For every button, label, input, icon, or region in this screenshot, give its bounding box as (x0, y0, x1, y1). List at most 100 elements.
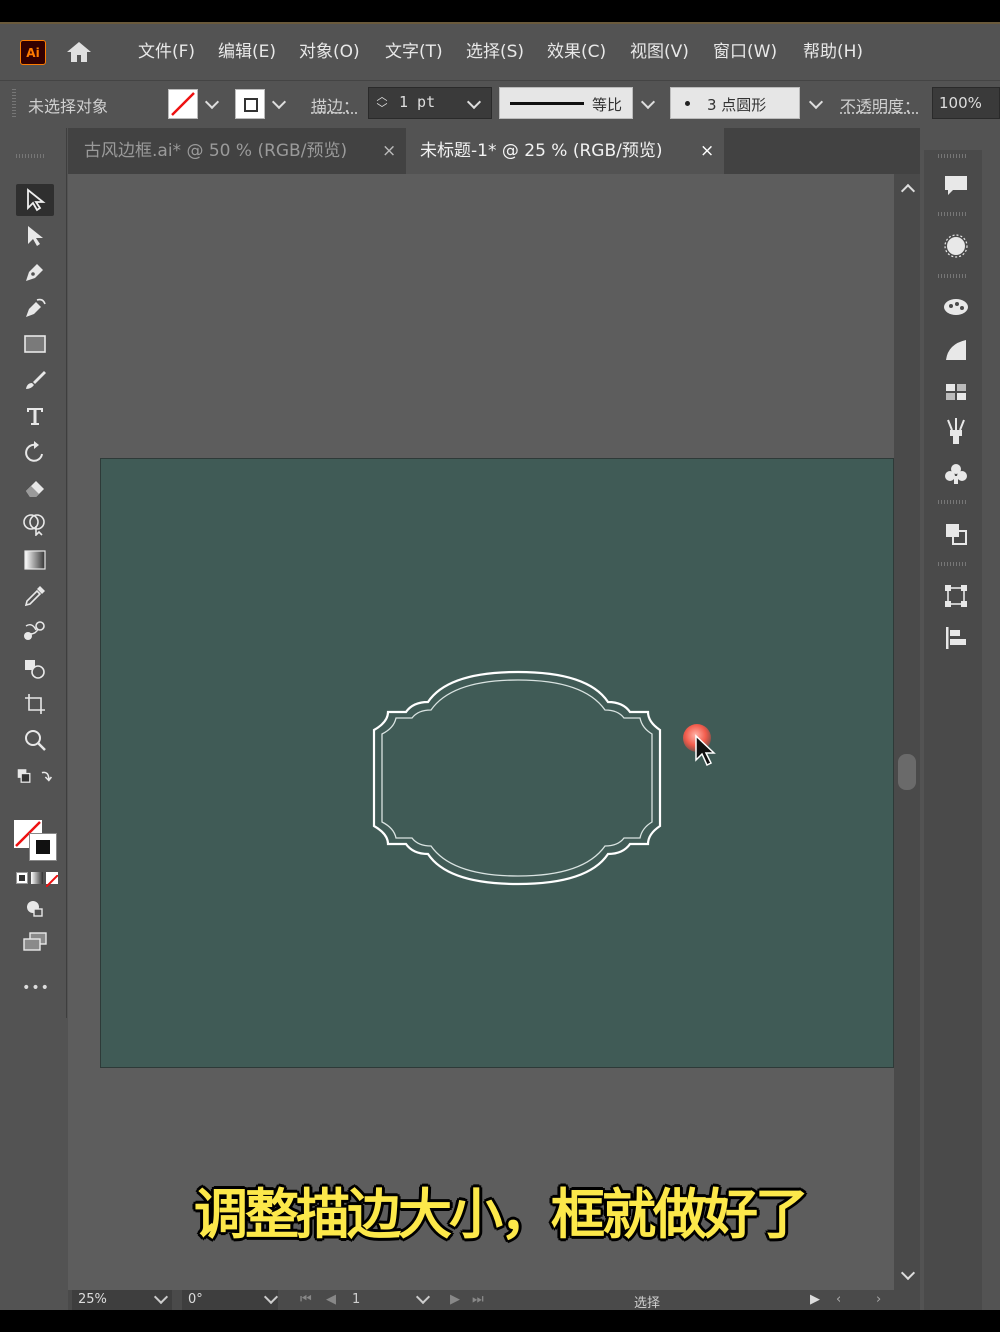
selection-tool-icon[interactable] (16, 184, 54, 216)
brush-select[interactable]: 3 点圆形 (670, 87, 800, 119)
draw-mode-icon[interactable] (16, 896, 54, 922)
panel-grip[interactable] (938, 154, 968, 158)
tool-status: 选择 (634, 1296, 661, 1310)
control-bar-grip[interactable] (12, 89, 16, 119)
panel-grip[interactable] (938, 274, 968, 278)
menu-file[interactable]: 文件(F) (138, 24, 195, 80)
artboard-number[interactable]: 1 (352, 1292, 360, 1307)
curvature-tool-icon[interactable] (16, 292, 54, 324)
illustrator-window: Ai 文件(F) 编辑(E) 对象(O) 文字(T) 选择(S) 效果(C) 视… (0, 24, 1000, 1310)
brush-dropdown-icon[interactable] (808, 94, 824, 110)
gradient-button-icon[interactable] (31, 872, 43, 884)
stroke-weight-value: 1 pt (399, 93, 436, 111)
next-artboard-icon[interactable]: ▶ (450, 1292, 460, 1307)
scroll-left-icon[interactable]: ‹ (836, 1292, 841, 1307)
fill-dropdown-icon[interactable] (204, 94, 220, 110)
menu-effect[interactable]: 效果(C) (547, 24, 606, 80)
fill-stroke-indicator[interactable] (12, 818, 58, 862)
comments-icon[interactable] (942, 172, 970, 200)
none-icon (171, 92, 195, 116)
menu-select[interactable]: 选择(S) (466, 24, 524, 80)
scroll-up-icon[interactable] (900, 183, 916, 199)
first-artboard-icon[interactable]: ⏮ (300, 1292, 312, 1307)
rectangle-tool-icon[interactable] (16, 328, 54, 360)
mouse-cursor-icon (695, 734, 716, 767)
symbol-sprayer-tool-icon[interactable] (16, 652, 54, 684)
scroll-down-icon[interactable] (900, 1265, 916, 1281)
color-mode-buttons (16, 872, 60, 888)
control-bar: 未选择对象 描边： ︿ ﹀ 1 pt 等比 3 点圆形 不透明度： 100% (0, 80, 1000, 127)
vertical-scrollbar[interactable] (894, 174, 920, 1310)
close-icon[interactable]: × (382, 128, 396, 174)
panel-grip[interactable] (938, 500, 968, 504)
align-icon[interactable] (942, 624, 970, 652)
tab-document-1[interactable]: 古风边框.ai* @ 50 % (RGB/预览) × (68, 128, 404, 174)
toolbar-grip[interactable] (16, 154, 46, 158)
symbols-icon[interactable] (942, 460, 970, 488)
rotation-field[interactable]: 0° (182, 1290, 278, 1310)
scroll-right-icon[interactable]: › (876, 1292, 881, 1307)
brushes-icon[interactable] (942, 418, 970, 446)
gradient-tool-icon[interactable] (16, 544, 54, 576)
menu-object[interactable]: 对象(O) (299, 24, 360, 80)
swatches-icon[interactable] (942, 378, 970, 406)
eyedropper-tool-icon[interactable] (16, 580, 54, 612)
menu-type[interactable]: 文字(T) (385, 24, 443, 80)
eraser-tool-icon[interactable] (16, 472, 54, 504)
last-artboard-icon[interactable]: ⏭ (472, 1292, 484, 1307)
color-guide-icon[interactable] (942, 292, 970, 320)
transform-icon[interactable] (942, 582, 970, 610)
none-button-icon[interactable] (45, 872, 59, 888)
rotate-tool-icon[interactable] (16, 436, 54, 468)
direct-selection-tool-icon[interactable] (16, 220, 54, 252)
brush-dot-icon (685, 101, 690, 106)
menu-help[interactable]: 帮助(H) (803, 24, 863, 80)
status-menu-icon[interactable]: ▶ (810, 1292, 820, 1307)
canvas-area[interactable] (68, 174, 894, 1310)
panel-grip[interactable] (938, 562, 968, 566)
rotation-value: 0° (188, 1292, 203, 1307)
close-icon[interactable]: × (700, 128, 714, 174)
tools-panel: ••• (6, 128, 67, 1018)
previous-artboard-icon[interactable]: ◀ (326, 1292, 336, 1307)
scroll-thumb[interactable] (898, 754, 916, 790)
tab-document-2[interactable]: 未标题-1* @ 25 % (RGB/预览) × (406, 128, 724, 174)
screen-mode-icon[interactable] (16, 928, 54, 956)
menu-view[interactable]: 视图(V) (630, 24, 689, 80)
paintbrush-tool-icon[interactable] (16, 364, 54, 396)
zoom-value: 25% (78, 1292, 107, 1307)
gradient-panel-icon[interactable] (942, 336, 970, 364)
zoom-tool-icon[interactable] (16, 724, 54, 756)
opacity-field[interactable]: 100% (932, 87, 1000, 119)
color-button-icon[interactable] (16, 872, 28, 884)
stroke-weight-field[interactable]: ︿ ﹀ 1 pt (368, 87, 492, 119)
bottom-letterbox (0, 1310, 1000, 1332)
stroke-weight-dropdown-icon[interactable] (466, 94, 482, 110)
stroke-dropdown-icon[interactable] (271, 94, 287, 110)
home-icon[interactable] (66, 40, 92, 64)
artboard-dropdown-icon[interactable] (415, 1289, 431, 1305)
pen-tool-icon[interactable] (16, 256, 54, 288)
stroke-profile-dropdown-icon[interactable] (640, 94, 656, 110)
stroke-white-swatch[interactable] (29, 833, 57, 861)
opacity-label[interactable]: 不透明度： (840, 93, 920, 117)
stroke-profile-select[interactable]: 等比 (499, 87, 633, 119)
shape-builder-tool-icon[interactable] (16, 508, 54, 540)
artboard-tool-icon[interactable] (16, 688, 54, 720)
pathfinder-icon[interactable] (942, 520, 970, 548)
menu-window[interactable]: 窗口(W) (713, 24, 777, 80)
brush-label: 3 点圆形 (707, 96, 767, 114)
menu-edit[interactable]: 编辑(E) (218, 24, 276, 80)
selection-status: 未选择对象 (28, 97, 109, 116)
ornate-frame[interactable] (68, 174, 894, 1310)
more-tools-icon[interactable]: ••• (6, 980, 66, 996)
type-tool-icon[interactable] (16, 400, 54, 432)
swap-fill-stroke-icon[interactable] (16, 764, 54, 790)
color-icon[interactable] (942, 232, 970, 260)
fill-swatch[interactable] (168, 89, 198, 119)
blend-tool-icon[interactable] (16, 616, 54, 648)
stroke-label[interactable]: 描边： (311, 93, 359, 117)
stroke-swatch[interactable] (235, 89, 265, 119)
stepper-icon[interactable]: ︿ ﹀ (375, 91, 389, 115)
panel-grip[interactable] (938, 212, 968, 216)
